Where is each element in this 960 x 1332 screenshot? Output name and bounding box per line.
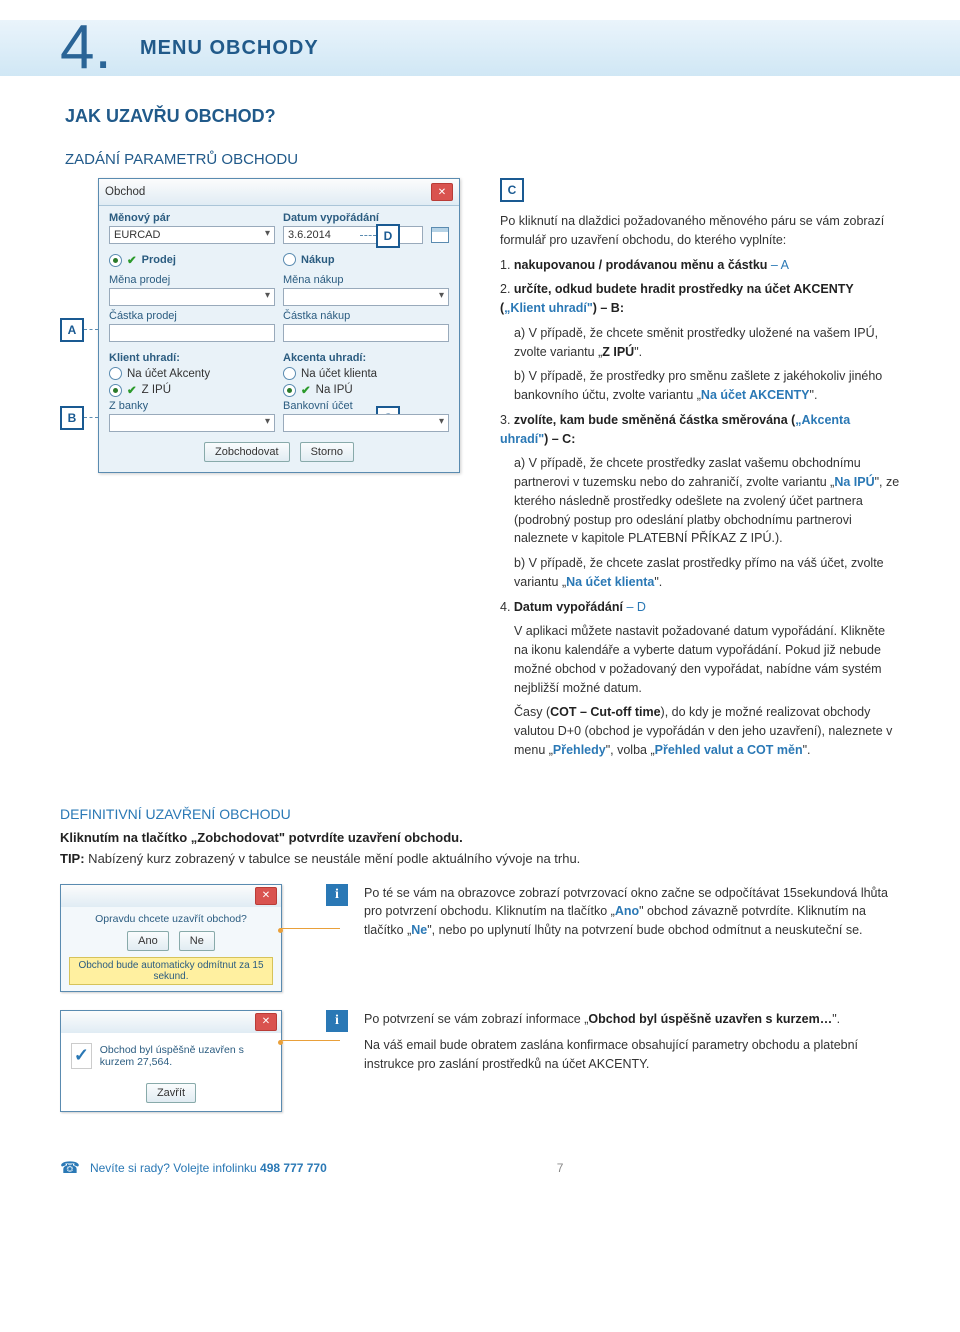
footer-text: Nevíte si rady? Volejte infolinku 498 77… — [90, 1161, 327, 1175]
step1: 1. nakupovanou / prodávanou měnu a částk… — [500, 256, 900, 275]
confirm-countdown: Obchod bude automaticky odmítnut za 15 s… — [69, 957, 273, 985]
section-title-1: ZADÁNÍ PARAMETRŮ OBCHODU — [65, 151, 900, 168]
page-subtitle: JAK UZAVŘU OBCHOD? — [65, 106, 900, 127]
confirm-dialog: ✕ Opravdu chcete uzavřít obchod? Ano Ne … — [60, 884, 282, 992]
success-close-icon[interactable]: ✕ — [255, 1013, 277, 1031]
leader-line-1 — [280, 928, 340, 929]
step2a: a) V případě, že chcete směnit prostředk… — [514, 324, 900, 362]
callout-b-line — [84, 417, 98, 418]
menovy-par-label: Měnový pár — [109, 212, 275, 224]
bankovni-ucet-select[interactable] — [283, 414, 449, 432]
mena-prodej-select[interactable] — [109, 288, 275, 306]
dialog-column: A B C D Obchod ✕ Měnový pár — [60, 178, 470, 766]
section-title-2: DEFINITIVNÍ UZAVŘENÍ OBCHODU — [60, 806, 900, 822]
success-msg: Obchod byl úspěšně uzavřen s kurzem 27,5… — [100, 1044, 271, 1068]
step3a: a) V případě, že chcete prostředky zasla… — [514, 454, 900, 548]
mena-nakup-label: Měna nákup — [283, 274, 449, 286]
mena-prodej-label: Měna prodej — [109, 274, 275, 286]
info1-text: Po té se vám na obrazovce zobrazí potvrz… — [364, 884, 900, 940]
close-icon[interactable]: ✕ — [431, 183, 453, 201]
explanation-column: C Po kliknutí na dlaždici požadovaného m… — [500, 178, 900, 766]
z-ipu-radio[interactable]: ✔Z IPÚ — [109, 383, 275, 397]
leader-dot-2 — [278, 1040, 283, 1045]
datum-vyporadani-input[interactable]: 3.6.2014 — [283, 226, 423, 244]
callout-b: B — [60, 406, 84, 430]
step2b: b) V případě, že prostředky pro směnu za… — [514, 367, 900, 405]
page-number: 7 — [557, 1161, 564, 1175]
step3: 3. zvolíte, kam bude směněná částka směr… — [500, 411, 900, 449]
step2: 2. určíte, odkud budete hradit prostředk… — [500, 280, 900, 318]
info-icon-2: i — [326, 1010, 348, 1032]
check-icon: ✓ — [71, 1043, 92, 1069]
intro-text: Po kliknutí na dlaždici požadovaného měn… — [500, 212, 900, 250]
nakup-radio[interactable]: Nákup — [283, 253, 449, 266]
step3b: b) V případě, že chcete zaslat prostředk… — [514, 554, 900, 592]
def-line1: Kliknutím na tlačítko „Zobchodovat" potv… — [60, 830, 900, 845]
success-thumb: ✕ ✓ Obchod byl úspěšně uzavřen s kurzem … — [60, 1010, 310, 1112]
def-tip: TIP: Nabízený kurz zobrazený v tabulce s… — [60, 851, 900, 866]
storno-button[interactable]: Storno — [300, 442, 354, 462]
success-dialog: ✕ ✓ Obchod byl úspěšně uzavřen s kurzem … — [60, 1010, 282, 1112]
page-banner: 4. MENU OBCHODY — [0, 20, 960, 76]
confirm-question: Opravdu chcete uzavřít obchod? — [69, 913, 273, 925]
confirm-close-icon[interactable]: ✕ — [255, 887, 277, 905]
confirm-yes-button[interactable]: Ano — [127, 931, 169, 951]
na-ucet-klienta-radio[interactable]: Na účet klienta — [283, 367, 449, 380]
datum-vyporadani-label: Datum vypořádání — [283, 212, 449, 224]
obchod-dialog-titlebar: Obchod ✕ — [99, 179, 459, 206]
success-close-button[interactable]: Zavřít — [146, 1083, 196, 1103]
na-ipu-radio[interactable]: ✔Na IPÚ — [283, 383, 449, 397]
leader-dot-1 — [278, 928, 283, 933]
obchod-dialog-title: Obchod — [105, 186, 145, 198]
step4-body-a: V aplikaci můžete nastavit požadované da… — [514, 622, 900, 697]
castka-prodej-label: Částka prodej — [109, 310, 275, 322]
menovy-par-select[interactable]: EURCAD — [109, 226, 275, 244]
bankovni-ucet-label: Bankovní účet — [283, 400, 449, 412]
callout-c-top: C — [500, 178, 524, 202]
calendar-icon[interactable] — [431, 227, 449, 243]
confirm-no-button[interactable]: Ne — [179, 931, 215, 951]
info-icon: i — [326, 884, 348, 906]
chapter-number: 4. — [60, 12, 112, 83]
prodej-radio[interactable]: ✔Prodej — [109, 253, 275, 267]
castka-prodej-input[interactable] — [109, 324, 275, 342]
confirm-thumb: ✕ Opravdu chcete uzavřít obchod? Ano Ne … — [60, 884, 310, 992]
page-title: MENU OBCHODY — [140, 37, 319, 60]
info2-text: Po potvrzení se vám zobrazí informace „O… — [364, 1010, 900, 1074]
obchod-dialog: Obchod ✕ Měnový pár EURCAD Datum vypořád… — [98, 178, 460, 473]
klient-uhradi-label: Klient uhradí: — [109, 352, 275, 364]
mena-nakup-select[interactable] — [283, 288, 449, 306]
z-banky-select[interactable] — [109, 414, 275, 432]
callout-a: A — [60, 318, 84, 342]
zobchodovat-button[interactable]: Zobchodovat — [204, 442, 290, 462]
akcenta-uhradi-label: Akcenta uhradí: — [283, 352, 449, 364]
na-ucet-akcenty-radio[interactable]: Na účet Akcenty — [109, 367, 275, 380]
castka-nakup-input[interactable] — [283, 324, 449, 342]
step4: 4. Datum vypořádání – D — [500, 598, 900, 617]
leader-line-2 — [280, 1040, 340, 1041]
callout-d-line — [360, 235, 376, 236]
callout-d: D — [376, 224, 400, 248]
z-banky-label: Z banky — [109, 400, 275, 412]
step4-body-b: Časy (COT – Cut-off time), do kdy je mož… — [514, 703, 900, 759]
castka-nakup-label: Částka nákup — [283, 310, 449, 322]
phone-icon: ☎ — [60, 1158, 80, 1178]
footer: ☎ Nevíte si rady? Volejte infolinku 498 … — [60, 1146, 900, 1178]
callout-a-line — [84, 329, 98, 330]
